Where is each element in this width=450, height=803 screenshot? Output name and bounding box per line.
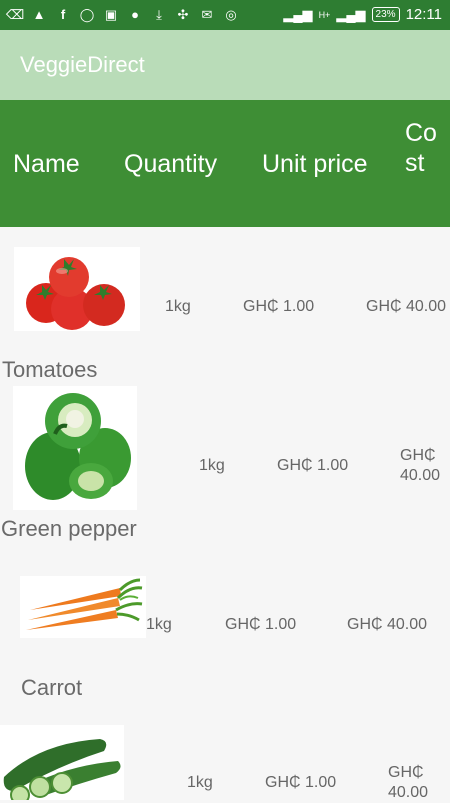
back-notification-icon: ⌫ [5, 6, 25, 22]
product-name: Green pepper [1, 516, 137, 541]
row-unit-price: GH₵ 1.00 [243, 298, 315, 315]
signal-icon: ▂▄▆ [283, 6, 313, 22]
row-cost: GH₵ 40.00 [388, 764, 429, 801]
tomatoes-image [14, 247, 140, 331]
mail-icon: ✉ [201, 6, 213, 22]
row-quantity: 1kg [165, 298, 191, 315]
carrot-image [20, 576, 146, 638]
row-quantity: 1kg [199, 457, 225, 474]
facebook-icon: f [60, 6, 66, 22]
clock: 12:11 [405, 6, 442, 23]
header-quantity: Quantity [124, 150, 218, 178]
signal-icon-2: ▂▄▆ [336, 6, 366, 22]
share-icon: ✣ [177, 6, 189, 22]
network-type: H+ [318, 9, 331, 20]
whatsapp-icon: ◯ [79, 6, 95, 22]
table-header: Name Quantity Unit price Cost [0, 100, 450, 227]
product-name: Carrot [21, 675, 83, 700]
green-pepper-image [13, 386, 137, 510]
app-bar: VeggieDirect [0, 30, 450, 100]
status-bar: ⌫ ▲ f ◯ ▣ ● ⤓ ✣ ✉ ◎ ▂▄▆ H+ ▂▄▆ 23% 12:11 [0, 0, 450, 30]
header-cost: Cost [405, 119, 437, 177]
header-name: Name [13, 150, 80, 178]
status-right: ▂▄▆ H+ ▂▄▆ 23% 12:11 [283, 6, 442, 23]
row-cost: GH₵ 40.00 [366, 298, 447, 315]
android-icon: ▲ [32, 6, 46, 22]
header-unit-price: Unit price [262, 150, 368, 178]
row-cost: GH₵ 40.00 [400, 447, 441, 484]
download-icon: ⤓ [156, 6, 162, 22]
notification-icons: ⌫ ▲ f ◯ ▣ ● ⤓ ✣ ✉ ◎ [6, 5, 240, 23]
product-name: Tomatoes [2, 357, 98, 382]
row-cost: GH₵ 40.00 [347, 616, 428, 633]
row-unit-price: GH₵ 1.00 [225, 616, 297, 633]
row-quantity: 1kg [187, 774, 213, 791]
cucumber-image [0, 725, 124, 800]
row-unit-price: GH₵ 1.00 [265, 774, 337, 791]
image-icon: ▣ [104, 6, 118, 22]
app-title: VeggieDirect [20, 52, 145, 77]
hotspot-icon: ◎ [225, 6, 237, 22]
battery-indicator: 23% [371, 7, 400, 22]
chat-icon: ● [131, 6, 139, 22]
row-unit-price: GH₵ 1.00 [277, 457, 349, 474]
row-quantity: 1kg [146, 616, 172, 633]
